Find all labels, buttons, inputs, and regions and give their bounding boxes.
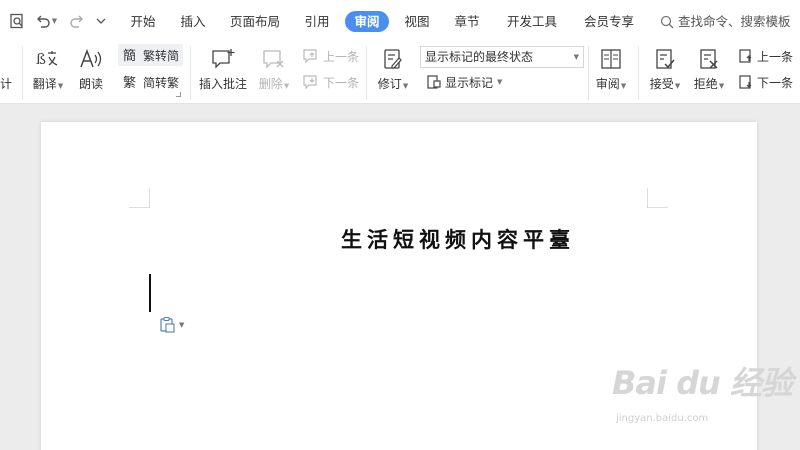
document-title: 生活短视频内容平臺 [341,227,575,252]
prev-change-button[interactable]: 上一条 [738,45,793,67]
reject-button[interactable]: 拒绝▼ [690,45,728,92]
search-icon [660,15,674,28]
svg-text:ß: ß [36,50,46,68]
watermark-logo: Bai du 经验 [612,364,793,402]
text-cursor [149,274,151,312]
display-mode-value: 显示标记的最终状态 [425,50,534,64]
reject-icon [694,45,724,73]
read-aloud-button[interactable]: 朗读 [74,45,108,92]
command-search[interactable]: 查找命令、搜索模板 [660,11,791,32]
tab-page-layout[interactable]: 页面布局 [226,11,284,32]
review-ribbon: 计 ß 翻译▼ 朗读 簡 繁转简 繁 简转繁 插入批注 删除▼ 上一条 下一条 … [0,42,800,104]
read-aloud-label: 朗读 [78,77,103,91]
tab-insert[interactable]: 插入 [174,11,212,32]
track-changes-button[interactable]: 修订▼ [374,45,412,92]
translate-label: 翻译 [32,77,57,91]
next-comment-button[interactable]: 下一条 [302,71,359,93]
read-aloud-icon [76,45,106,73]
chevron-down-icon: ▼ [573,53,579,61]
prev-change-icon [739,49,752,63]
menu-bar: ▼ 开始 插入 页面布局 引用 审阅 视图 章节 开发工具 会员专享 查找命令、… [0,0,800,42]
insert-comment-label: 插入批注 [198,77,247,91]
review-label: 审阅 [595,77,620,91]
trad-to-simp-label: 繁转简 [143,48,180,63]
left-clipped-label[interactable]: 计 [0,72,12,94]
search-placeholder: 查找命令、搜索模板 [678,14,791,29]
accept-icon [650,45,680,73]
divider [22,46,23,100]
next-change-icon [739,75,752,89]
customize-icon[interactable] [94,10,108,32]
prev-comment-label: 上一条 [323,49,360,64]
print-preview-icon[interactable] [6,10,28,32]
prev-change-label: 上一条 [757,49,794,64]
next-comment-label: 下一条 [323,75,360,90]
show-markup-button[interactable]: 显示标记 ▼ [426,71,502,93]
accept-button[interactable]: 接受▼ [646,45,684,92]
paste-options-icon [160,316,175,333]
tab-chapter[interactable]: 章节 [448,11,486,32]
redo-icon[interactable] [66,10,88,32]
delete-comment-icon [259,45,289,73]
trad-to-simp-button[interactable]: 簡 繁转简 [118,44,184,66]
prev-comment-icon [303,49,317,64]
tab-start[interactable]: 开始 [124,11,162,32]
display-mode-select[interactable]: 显示标记的最终状态 ▼ [420,46,584,68]
tab-references[interactable]: 引用 [298,11,336,32]
margin-corner-top-left [129,188,150,208]
delete-comment-label: 删除 [258,77,283,91]
watermark-url: jingyan.baidu.com [616,413,709,424]
margin-corner-top-right [647,188,668,208]
translate-button[interactable]: ß 翻译▼ [30,45,66,92]
undo-icon[interactable]: ▼ [32,10,60,32]
group-expand-icon[interactable] [176,92,181,97]
tab-review[interactable]: 审阅 [345,11,389,32]
review-pane-button[interactable]: 审阅▼ [592,45,630,92]
reject-label: 拒绝 [693,77,718,91]
insert-comment-button[interactable]: 插入批注 [196,45,250,92]
translate-icon: ß [33,45,63,73]
svg-text:繁: 繁 [123,75,136,91]
tab-view[interactable]: 视图 [398,11,436,32]
divider [638,46,639,100]
review-pane-icon [596,45,626,73]
next-comment-icon [303,75,317,90]
trad-to-simp-icon: 簡 [123,49,136,64]
tab-developer[interactable]: 开发工具 [503,11,561,32]
paste-options-button[interactable]: ▼ [158,316,184,334]
divider [190,46,191,100]
divider [588,46,589,100]
prev-comment-button[interactable]: 上一条 [302,45,359,67]
simp-to-trad-label: 简转繁 [143,75,180,90]
next-change-button[interactable]: 下一条 [738,71,793,93]
track-changes-icon [378,45,408,73]
next-change-label: 下一条 [757,75,794,90]
track-changes-label: 修订 [377,77,402,91]
baidu-watermark: Bai du 经验 jingyan.baidu.com [612,358,793,424]
delete-comment-button[interactable]: 删除▼ [256,45,292,92]
insert-comment-icon [208,45,238,73]
show-markup-label: 显示标记 [445,75,494,90]
simp-to-trad-icon: 繁 [123,75,136,91]
simp-to-trad-button[interactable]: 繁 简转繁 [122,71,179,93]
tab-member[interactable]: 会员专享 [580,11,638,32]
show-markup-icon [427,75,441,89]
svg-text:簡: 簡 [123,49,136,64]
divider [366,46,367,100]
accept-label: 接受 [649,77,674,91]
